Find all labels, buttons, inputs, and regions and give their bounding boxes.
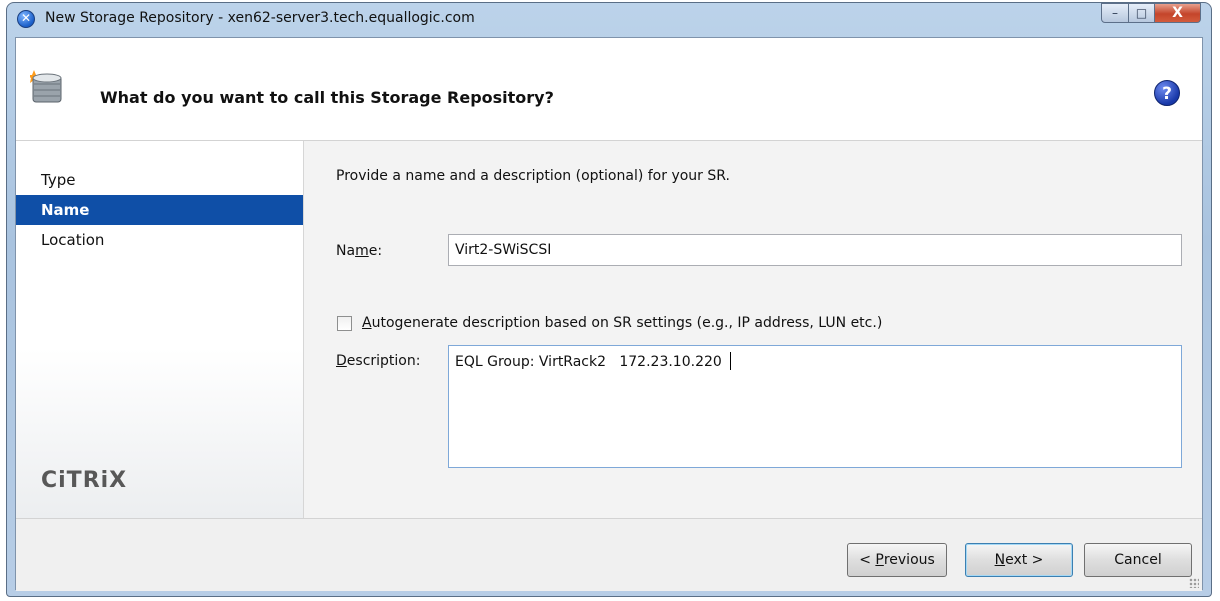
x-circle-icon: ✕ bbox=[17, 10, 35, 28]
page-title: What do you want to call this Storage Re… bbox=[100, 88, 554, 107]
minimize-icon: – bbox=[1112, 6, 1118, 20]
text-caret bbox=[729, 352, 731, 370]
storage-disk-icon bbox=[30, 70, 62, 103]
window-controls: – □ X bbox=[1101, 3, 1201, 25]
previous-button[interactable]: < Previous bbox=[847, 543, 947, 577]
resize-grip[interactable] bbox=[1189, 578, 1199, 588]
wizard-footer: < Previous Next > Cancel bbox=[16, 518, 1202, 591]
help-icon[interactable]: ? bbox=[1154, 80, 1180, 106]
maximize-icon: □ bbox=[1135, 6, 1148, 20]
autogenerate-checkbox[interactable] bbox=[337, 316, 352, 331]
description-label: Description: bbox=[336, 353, 421, 369]
minimize-button[interactable]: – bbox=[1101, 3, 1129, 23]
dialog-window: ✕ New Storage Repository - xen62-server3… bbox=[6, 2, 1212, 597]
title-bar[interactable]: ✕ New Storage Repository - xen62-server3… bbox=[7, 3, 1211, 37]
window-title: New Storage Repository - xen62-server3.t… bbox=[45, 10, 475, 26]
maximize-button[interactable]: □ bbox=[1129, 3, 1155, 23]
close-button[interactable]: X bbox=[1155, 3, 1201, 23]
description-text: EQL Group: VirtRack2 172.23.10.220 bbox=[455, 354, 722, 370]
next-button[interactable]: Next > bbox=[965, 543, 1073, 577]
sidebar-item-location[interactable]: Location bbox=[16, 225, 303, 255]
intro-text: Provide a name and a description (option… bbox=[336, 168, 730, 184]
citrix-logo: CiTRiX bbox=[41, 468, 128, 493]
wizard-steps-sidebar: Type Name Location CiTRiX bbox=[16, 141, 304, 518]
name-input[interactable]: Virt2-SWiSCSI bbox=[448, 234, 1182, 266]
cancel-button[interactable]: Cancel bbox=[1084, 543, 1192, 577]
sidebar-item-type[interactable]: Type bbox=[16, 165, 303, 195]
dialog-client: What do you want to call this Storage Re… bbox=[15, 37, 1203, 591]
wizard-header: What do you want to call this Storage Re… bbox=[16, 38, 1202, 141]
sidebar-item-name[interactable]: Name bbox=[16, 195, 303, 225]
close-icon: X bbox=[1172, 5, 1183, 21]
description-textarea[interactable]: EQL Group: VirtRack2 172.23.10.220 bbox=[448, 345, 1182, 468]
name-label: Name: bbox=[336, 243, 383, 259]
wizard-content: Provide a name and a description (option… bbox=[304, 141, 1202, 518]
autogenerate-label[interactable]: Autogenerate description based on SR set… bbox=[362, 315, 882, 331]
